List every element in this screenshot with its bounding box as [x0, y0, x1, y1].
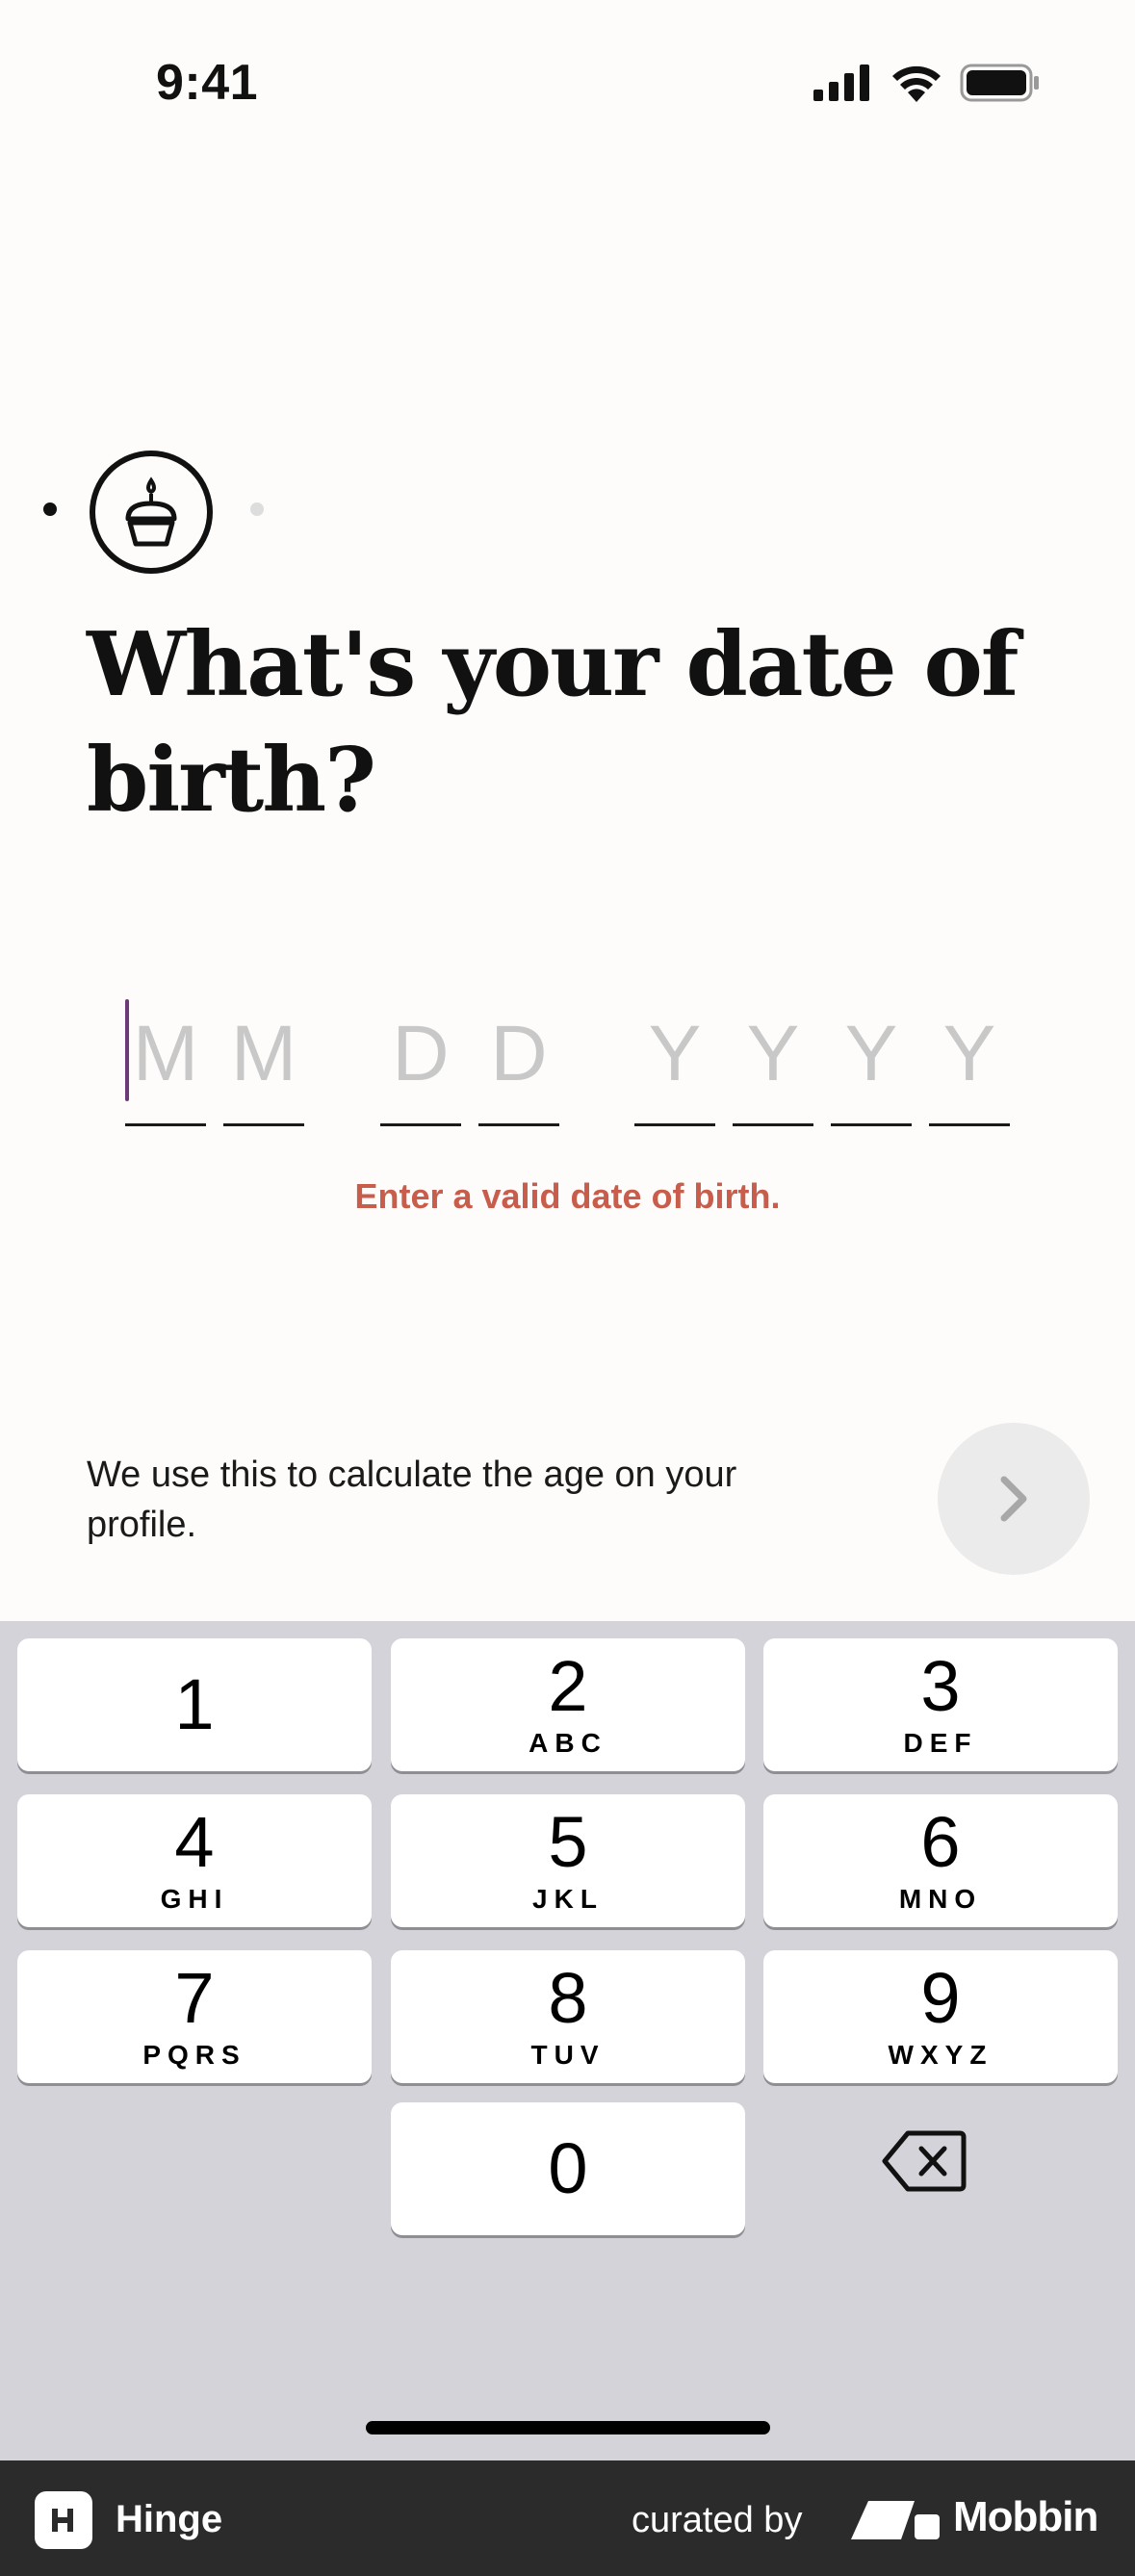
key-letters: ABC	[529, 1728, 607, 1758]
key-digit: 9	[920, 1958, 961, 2038]
wifi-icon	[892, 65, 941, 102]
underline	[478, 1123, 559, 1126]
key-letters: GHI	[160, 1884, 229, 1914]
placeholder: Y	[844, 1010, 898, 1097]
key-4[interactable]: 4 GHI	[17, 1794, 372, 1927]
dob-month-digit-1[interactable]: M	[125, 1001, 206, 1126]
app-name: Hinge	[116, 2498, 223, 2540]
brand-name: Mobbin	[953, 2493, 1098, 2540]
home-indicator	[366, 2421, 770, 2434]
placeholder: Y	[648, 1010, 702, 1097]
placeholder: Y	[942, 1010, 996, 1097]
hinge-h-icon	[52, 2509, 73, 2532]
dob-year-digit-4[interactable]: Y	[929, 1001, 1010, 1126]
hint-text: We use this to calculate the age on your…	[87, 1455, 737, 1545]
underline	[125, 1123, 206, 1126]
dob-day-digit-1[interactable]: D	[380, 1001, 461, 1126]
curated-by-text: curated by	[632, 2500, 803, 2540]
battery-icon	[960, 64, 1039, 102]
key-letters: DEF	[903, 1728, 978, 1758]
backspace-icon[interactable]	[881, 2127, 967, 2195]
underline	[634, 1123, 715, 1126]
key-2[interactable]: 2 ABC	[391, 1638, 745, 1771]
birthday-cake-icon	[125, 477, 177, 547]
key-digit: 6	[920, 1802, 961, 1882]
placeholder: D	[392, 1010, 450, 1097]
cake-step-icon	[90, 451, 213, 574]
next-button[interactable]	[938, 1423, 1090, 1575]
text-cursor	[125, 999, 129, 1101]
underline	[831, 1123, 912, 1126]
key-digit: 3	[920, 1646, 961, 1726]
key-digit: 7	[174, 1958, 215, 2038]
key-letters: WXYZ	[888, 2040, 993, 2070]
underline	[929, 1123, 1010, 1126]
key-digit: 5	[548, 1802, 588, 1882]
key-9[interactable]: 9 WXYZ	[763, 1950, 1118, 2083]
key-letters: PQRS	[142, 2040, 246, 2070]
progress-dot-inactive	[250, 502, 264, 516]
underline	[733, 1123, 813, 1126]
key-digit: 0	[548, 2128, 588, 2208]
key-letters: JKL	[532, 1884, 604, 1914]
progress-dot-active	[43, 502, 57, 516]
error-message: Enter a valid date of birth.	[354, 1176, 781, 1216]
dob-year-digit-3[interactable]: Y	[831, 1001, 912, 1126]
status-time: 9:41	[156, 55, 259, 111]
hinge-logo-icon	[35, 2491, 92, 2549]
placeholder: M	[230, 1010, 297, 1097]
key-digit: 1	[174, 1664, 215, 1744]
key-7[interactable]: 7 PQRS	[17, 1950, 372, 2083]
page-title: What's your date of birth?	[87, 612, 1019, 832]
dob-day-digit-2[interactable]: D	[478, 1001, 559, 1126]
dob-year-digit-1[interactable]: Y	[634, 1001, 715, 1126]
key-3[interactable]: 3 DEF	[763, 1638, 1118, 1771]
key-0[interactable]: 0	[391, 2102, 745, 2235]
chevron-right-icon	[1000, 1476, 1027, 1522]
key-digit: 8	[548, 1958, 588, 2038]
status-icons	[813, 64, 1041, 102]
key-digit: 4	[174, 1802, 215, 1882]
key-1[interactable]: 1	[17, 1638, 372, 1771]
key-5[interactable]: 5 JKL	[391, 1794, 745, 1927]
placeholder: Y	[746, 1010, 800, 1097]
placeholder: M	[132, 1010, 199, 1097]
key-letters: TUV	[530, 2040, 606, 2070]
dob-year-digit-2[interactable]: Y	[733, 1001, 813, 1126]
key-letters: MNO	[898, 1884, 983, 1914]
cellular-signal-icon	[813, 64, 869, 101]
underline	[223, 1123, 304, 1126]
key-digit: 2	[548, 1646, 588, 1726]
key-8[interactable]: 8 TUV	[391, 1950, 745, 2083]
underline	[380, 1123, 461, 1126]
mobbin-logo-icon	[851, 2501, 940, 2539]
dob-month-digit-2[interactable]: M	[223, 1001, 304, 1126]
placeholder: D	[490, 1010, 548, 1097]
key-6[interactable]: 6 MNO	[763, 1794, 1118, 1927]
